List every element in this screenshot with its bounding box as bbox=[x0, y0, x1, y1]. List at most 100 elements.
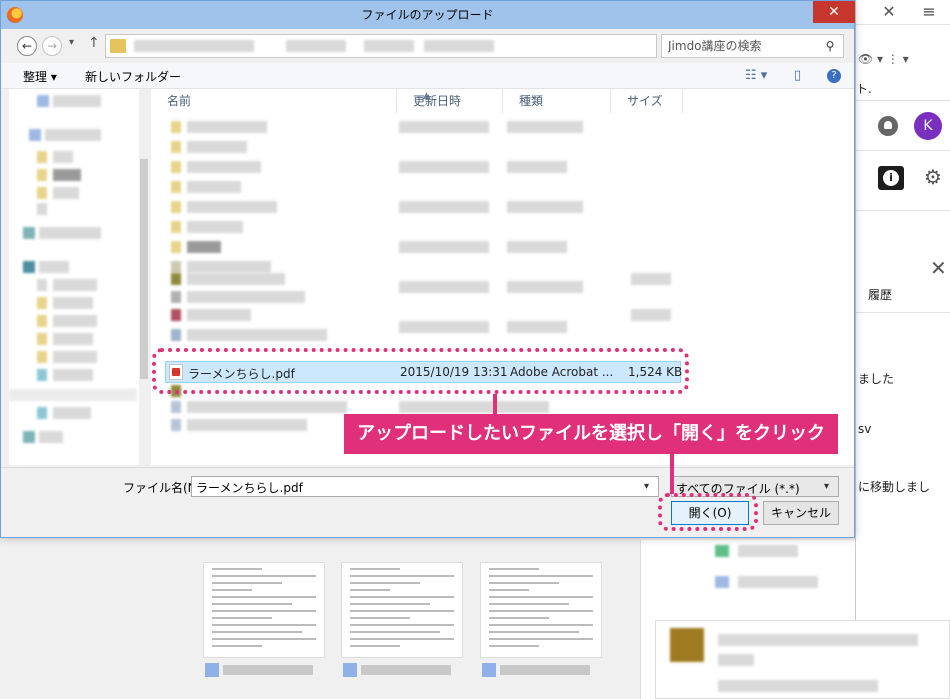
blurred-item bbox=[718, 654, 754, 666]
file-row-icon bbox=[171, 291, 181, 303]
forward-button[interactable]: → bbox=[42, 36, 62, 56]
partial-text: ました bbox=[858, 372, 895, 386]
help-icon[interactable]: ? bbox=[827, 69, 841, 83]
menu-icon[interactable]: ≡ bbox=[918, 2, 940, 22]
nav-item[interactable] bbox=[37, 203, 47, 215]
nav-item[interactable] bbox=[37, 297, 47, 309]
bell-icon[interactable] bbox=[878, 116, 898, 136]
preview-pane-icon[interactable]: ▯ bbox=[794, 68, 801, 83]
column-header-date[interactable]: 更新日時 bbox=[397, 89, 503, 113]
file-row-icon bbox=[171, 201, 181, 213]
nav-item[interactable] bbox=[53, 169, 81, 181]
nav-scrollbar-thumb[interactable] bbox=[140, 159, 148, 379]
search-icon[interactable]: ⚲ bbox=[822, 38, 838, 54]
nav-item[interactable] bbox=[53, 279, 97, 291]
info-button[interactable]: i bbox=[878, 166, 904, 190]
nav-item[interactable] bbox=[53, 351, 97, 363]
file-row-icon bbox=[171, 329, 181, 341]
navigation-pane[interactable] bbox=[9, 89, 149, 465]
nav-item[interactable] bbox=[29, 129, 41, 141]
nav-item[interactable] bbox=[53, 95, 101, 107]
panel-close-icon[interactable]: ✕ bbox=[930, 256, 947, 280]
file-row-blurred[interactable] bbox=[187, 221, 243, 233]
search-input[interactable] bbox=[668, 38, 818, 54]
chevron-down-icon[interactable]: ▾ bbox=[644, 481, 649, 492]
column-header-size[interactable]: サイズ bbox=[611, 89, 683, 113]
nav-item[interactable] bbox=[53, 297, 93, 309]
nav-item[interactable] bbox=[53, 369, 93, 381]
file-row-blurred[interactable] bbox=[187, 121, 267, 133]
document-thumbnail[interactable] bbox=[480, 562, 602, 658]
file-row-blurred[interactable] bbox=[187, 419, 307, 431]
up-arrow-icon[interactable]: ↑ bbox=[88, 35, 100, 51]
nav-item[interactable] bbox=[37, 407, 47, 419]
gear-icon[interactable]: ⚙ bbox=[922, 166, 944, 188]
file-row-blurred[interactable] bbox=[187, 401, 347, 413]
recent-locations-dropdown[interactable]: ▾ bbox=[69, 37, 74, 48]
nav-item[interactable] bbox=[37, 369, 47, 381]
file-row-blurred[interactable] bbox=[187, 181, 241, 193]
file-row-blurred[interactable] bbox=[187, 161, 261, 173]
file-row-blurred[interactable] bbox=[187, 329, 327, 341]
dialog-toolbar: 整理 ▾ 新しいフォルダー ☷ ▾ ▯ ? bbox=[1, 63, 854, 89]
nav-item[interactable] bbox=[37, 315, 47, 327]
nav-item[interactable] bbox=[53, 407, 91, 419]
nav-item[interactable] bbox=[37, 333, 47, 345]
file-row-blurred[interactable] bbox=[187, 309, 251, 321]
chevron-down-icon[interactable]: ▾ bbox=[824, 481, 829, 492]
cancel-button[interactable]: キャンセル bbox=[763, 501, 839, 525]
nav-item[interactable] bbox=[23, 227, 35, 239]
nav-item[interactable] bbox=[9, 389, 137, 401]
nav-item[interactable] bbox=[37, 351, 47, 363]
file-list[interactable]: 名前 ▲ 更新日時 種類 サイズ ラーメンちらし.pdf 2015/10/19 … bbox=[151, 89, 854, 465]
view-options-icon[interactable]: ☷ ▾ bbox=[745, 68, 767, 83]
nav-item[interactable] bbox=[53, 333, 93, 345]
nav-item[interactable] bbox=[39, 431, 63, 443]
filename-combobox[interactable]: ▾ bbox=[191, 476, 659, 497]
nav-item[interactable] bbox=[53, 187, 79, 199]
close-icon[interactable]: ✕ bbox=[878, 2, 900, 22]
blurred-path bbox=[424, 40, 494, 52]
folder-icon bbox=[110, 39, 126, 53]
file-type-blurred bbox=[507, 321, 567, 333]
nav-item[interactable] bbox=[37, 95, 49, 107]
dialog-close-button[interactable]: ✕ bbox=[813, 1, 855, 23]
blurred-item bbox=[738, 576, 818, 588]
partial-text: ト. bbox=[856, 82, 872, 96]
nav-item[interactable] bbox=[53, 315, 97, 327]
filename-input[interactable] bbox=[196, 479, 636, 495]
search-box[interactable]: ⚲ bbox=[661, 34, 844, 58]
file-row-blurred[interactable] bbox=[187, 201, 277, 213]
document-thumbnail[interactable] bbox=[203, 562, 325, 658]
blurred-path bbox=[286, 40, 346, 52]
column-header-name[interactable]: 名前 bbox=[151, 89, 397, 113]
nav-item[interactable] bbox=[39, 261, 69, 273]
nav-item[interactable] bbox=[45, 129, 101, 141]
nav-item[interactable] bbox=[39, 227, 101, 239]
path-input[interactable]: ↻ bbox=[105, 34, 745, 58]
document-thumbnail[interactable] bbox=[341, 562, 463, 658]
file-row-blurred[interactable] bbox=[187, 273, 285, 285]
column-header-type[interactable]: 種類 bbox=[503, 89, 611, 113]
file-row-blurred[interactable] bbox=[187, 141, 247, 153]
avatar[interactable]: K bbox=[914, 112, 942, 140]
file-row-blurred bbox=[399, 401, 549, 413]
history-tab[interactable]: 履歴 bbox=[868, 286, 892, 303]
file-date-blurred bbox=[399, 161, 489, 173]
organize-button[interactable]: 整理 ▾ bbox=[23, 68, 57, 85]
nav-item[interactable] bbox=[23, 261, 35, 273]
nav-item[interactable] bbox=[53, 151, 73, 163]
nav-item[interactable] bbox=[37, 151, 47, 163]
file-row-blurred[interactable] bbox=[187, 241, 221, 253]
back-button[interactable]: ← bbox=[17, 36, 37, 56]
file-date-blurred bbox=[399, 321, 489, 333]
file-row-blurred[interactable] bbox=[187, 261, 271, 273]
nav-item[interactable] bbox=[23, 431, 35, 443]
nav-item[interactable] bbox=[37, 279, 47, 291]
nav-item[interactable] bbox=[37, 187, 47, 199]
file-row-blurred[interactable] bbox=[187, 291, 305, 303]
new-folder-button[interactable]: 新しいフォルダー bbox=[85, 68, 181, 85]
dialog-titlebar[interactable]: ファイルのアップロード ✕ bbox=[1, 1, 855, 29]
nav-item[interactable] bbox=[37, 169, 47, 181]
nav-scrollbar[interactable] bbox=[139, 89, 149, 465]
